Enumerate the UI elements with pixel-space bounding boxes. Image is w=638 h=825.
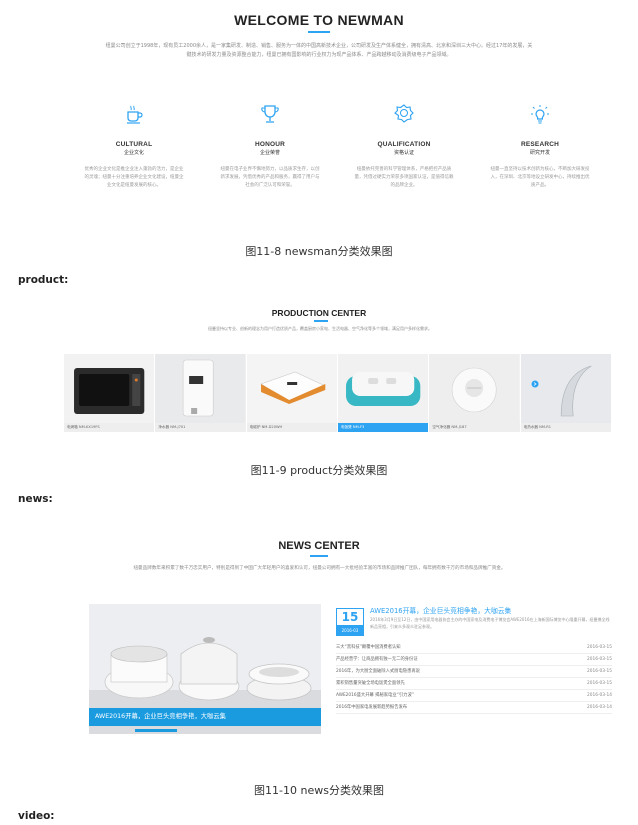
feature-title: CULTURAL (115, 141, 153, 148)
news-item-date: 2016-03-14 (587, 693, 612, 698)
news-item-title: AWE2016盛大开幕 揭秘家电业“引力波” (336, 693, 414, 698)
product-image (246, 354, 337, 423)
feature-title: RESEARCH (520, 141, 560, 148)
news-headline[interactable]: AWE2016开幕，企业巨头竞相争艳，大咖云集 (370, 605, 511, 615)
news-list-item[interactable]: 2016年中国家电发展新趋势报告发布 2016-03-14 (336, 702, 612, 714)
news-list: 三大“黑科技”颠覆中国消费者认知 2016-03-15 产品经营学：让商品拥有独一… (336, 642, 612, 714)
figure-caption-8: 图11-8 newsman分类效果图 (245, 245, 393, 258)
carousel-indicator[interactable] (135, 729, 177, 732)
product-image (155, 354, 246, 423)
feature-subtitle: 研究开发 (529, 150, 550, 156)
feature-description: 优秀的企业文化是推企业注入蓬勃的活力，是企业的灵魂；纽曼十分注重培养企业文化建设… (84, 167, 184, 188)
news-summary: 2016年3月9日至12日，由中国家用电器协会主办的中国家电及消费电子博览会AW… (370, 617, 610, 629)
product-card[interactable]: 空气净化器 NM-J187 (429, 354, 521, 432)
news-item-title: 2016年中国家电发展新趋势报告发布 (336, 705, 408, 710)
news-paragraph: 纽曼品牌数年来积累了数千万忠实用户，特别是得到了中国广大年轻用户的喜爱和认可，纽… (133, 566, 506, 571)
figure-caption-9: 图11-9 product分类效果图 (250, 464, 388, 477)
product-card[interactable]: 电热水器 NM-R1 (520, 354, 612, 432)
product-label: 净水器 NM-J701 (155, 423, 246, 432)
news-featured-image[interactable]: AWE2016开幕，企业巨头竞相争艳，大咖云集 (89, 604, 321, 734)
cup-icon (74, 103, 194, 125)
product-label: 电饭煲 NM-F3 (337, 423, 429, 432)
title-underline (314, 320, 328, 322)
news-item-date: 2016-03-15 (587, 657, 612, 662)
product-carousel[interactable]: 电烤箱 NM-KX19FS 净水器 NM-J701 电磁炉 NM-D20WH 电… (64, 354, 612, 432)
news-list-item[interactable]: 产品经营学：让商品拥有独一无二的身份证 2016-03-15 (336, 654, 612, 666)
product-label: 空气净化器 NM-J187 (429, 423, 520, 432)
feature-description: 纽曼一直坚持以技术创新为核心，不断加大研发投入，在深圳、北京等地设立研发中心，持… (490, 167, 590, 188)
feature-subtitle: 企业荣誉 (259, 150, 280, 156)
product-title: PRODUCTION CENTER (271, 308, 367, 318)
feature-title: HONOUR (254, 141, 286, 148)
about-paragraph: 纽曼公司创立于1998年，现有员工2000余人，是一家集研发、制造、销售、服务为… (105, 43, 533, 58)
news-item-title: 产品经营学：让商品拥有独一无二的身份证 (336, 657, 418, 662)
news-list-item[interactable]: 累积销售量突破全场电饭煲全面领先 2016-03-15 (336, 678, 612, 690)
product-card[interactable]: 电烤箱 NM-KX19FS (64, 354, 156, 432)
product-image (64, 354, 155, 423)
news-item-date: 2016-03-15 (587, 669, 612, 674)
trophy-icon (210, 103, 330, 125)
feature-research: RESEARCH 研究开发 纽曼一直坚持以技术创新为核心，不断加大研发投入，在深… (480, 103, 600, 190)
product-card[interactable]: 净水器 NM-J701 (155, 354, 247, 432)
feature-description: 纽曼依托完善的科学管理体系，严格把控产品质量，凭借过硬实力荣获多项国家认证，是值… (354, 167, 454, 188)
product-label: 电磁炉 NM-D20WH (246, 423, 337, 432)
news-list-item[interactable]: 三大“黑科技”颠覆中国消费者认知 2016-03-15 (336, 642, 612, 654)
section-label-product: product: (18, 274, 69, 286)
news-month: 2016-03 (337, 625, 363, 636)
product-card[interactable]: 电磁炉 NM-D20WH (246, 354, 338, 432)
title-underline (310, 555, 328, 557)
news-banner: AWE2016开幕，企业巨头竞相争艳，大咖云集 (89, 708, 321, 726)
about-title: WELCOME TO NEWMAN (234, 12, 404, 28)
product-image (429, 354, 520, 423)
product-image (337, 354, 429, 423)
news-date-box: 15 2016-03 (336, 608, 364, 636)
feature-honour: HONOUR 企业荣誉 纽曼在电子业界不懈地努力，以品质求生存，以创新求发展，凭… (210, 103, 330, 190)
title-underline (308, 31, 330, 33)
product-paragraph: 纽曼坚持以专业、创新的理念为用户打造优质产品，覆盖厨房小家电、生活电器、空气净化… (208, 326, 432, 331)
news-item-date: 2016-03-15 (587, 681, 612, 686)
news-title: NEWS CENTER (278, 540, 360, 552)
section-label-video: video: (18, 810, 55, 822)
feature-cultural: CULTURAL 企业文化 优秀的企业文化是推企业注入蓬勃的活力，是企业的灵魂；… (74, 103, 194, 190)
news-item-date: 2016-03-15 (587, 645, 612, 650)
news-list-item[interactable]: AWE2016盛大开幕 揭秘家电业“引力波” 2016-03-14 (336, 690, 612, 702)
product-card[interactable]: 电饭煲 NM-F3 (337, 354, 430, 432)
news-item-title: 累积销售量突破全场电饭煲全面领先 (336, 681, 405, 686)
news-item-date: 2016-03-14 (587, 705, 612, 710)
product-image (520, 354, 611, 423)
news-item-title: 三大“黑科技”颠覆中国消费者认知 (336, 645, 401, 650)
feature-subtitle: 企业文化 (123, 150, 144, 156)
product-label: 电烤箱 NM-KX19FS (64, 423, 155, 432)
badge-icon (344, 103, 464, 125)
feature-description: 纽曼在电子业界不懈地努力，以品质求生存，以创新求发展，凭借优秀的产品和服务，赢得… (220, 167, 320, 188)
news-day: 15 (341, 610, 359, 624)
feature-qualification: QUALIFICATION 资格认证 纽曼依托完善的科学管理体系，严格把控产品质… (344, 103, 464, 190)
feature-title: QUALIFICATION (377, 141, 431, 148)
section-label-news: news: (18, 493, 53, 505)
feature-subtitle: 资格认证 (393, 150, 414, 156)
news-item-title: 2016年，为大厨全面破除入式厨电隐患再说 (336, 669, 420, 674)
news-list-item[interactable]: 2016年，为大厨全面破除入式厨电隐患再说 2016-03-15 (336, 666, 612, 678)
lightbulb-icon (480, 103, 600, 125)
figure-caption-10: 图11-10 news分类效果图 (254, 784, 384, 797)
product-label: 电热水器 NM-R1 (520, 423, 611, 432)
